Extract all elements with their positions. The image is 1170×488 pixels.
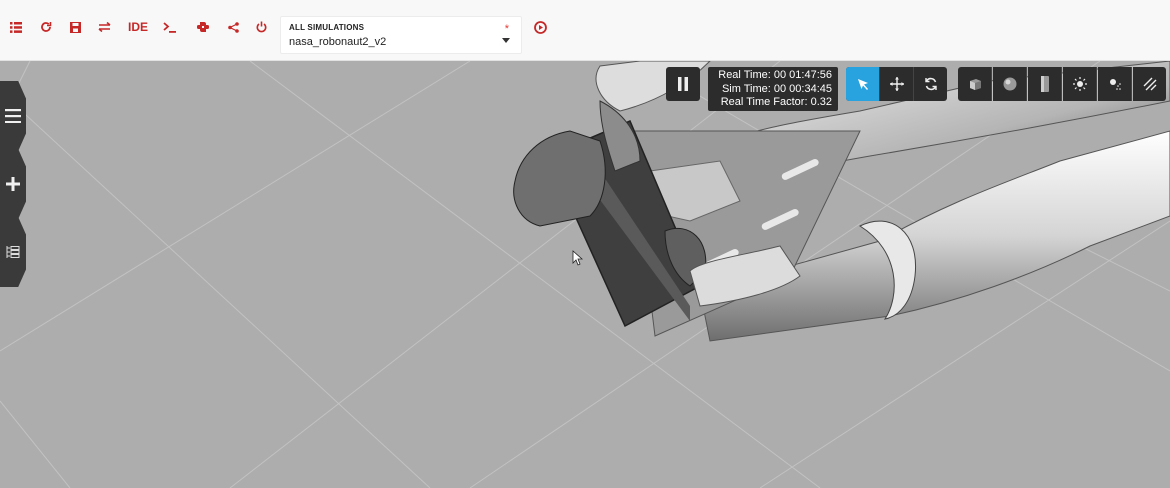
tree-icon — [6, 246, 20, 258]
required-mark: * — [504, 23, 509, 35]
play-circle-icon — [533, 20, 547, 34]
hamburger-icon — [5, 109, 21, 123]
pause-icon — [678, 77, 688, 91]
simulation-select-value: nasa_robonaut2_v2 — [289, 36, 387, 48]
insert-tools — [958, 67, 1166, 101]
pause-button[interactable] — [666, 67, 700, 101]
translate-tool[interactable] — [880, 67, 914, 101]
robot-model — [513, 61, 1170, 342]
swap-arrows-icon — [97, 22, 111, 32]
transform-tools — [846, 67, 947, 101]
main-toolbar: IDE ALL SIMULATIONS nasa_robonaut2_v2 * — [0, 0, 1170, 61]
cylinder-tool[interactable] — [1028, 67, 1062, 101]
scene-render — [0, 61, 1170, 488]
power-button[interactable] — [253, 16, 269, 38]
directional-light-icon — [1143, 77, 1156, 91]
terminal-icon — [162, 21, 176, 33]
spotlight-icon — [1109, 79, 1121, 90]
power-icon — [256, 21, 266, 33]
select-tool[interactable] — [846, 67, 880, 101]
cube-icon — [969, 79, 981, 90]
save-button[interactable] — [67, 16, 83, 38]
reset-button[interactable] — [38, 16, 54, 38]
tree-tab[interactable] — [0, 217, 26, 287]
list-icon — [10, 21, 22, 33]
3d-viewport[interactable]: Real Time: 00 01:47:56 Sim Time: 00 00:3… — [0, 61, 1170, 488]
sim-time: Sim Time: 00 00:34:45 — [721, 82, 832, 95]
simulation-select[interactable]: ALL SIMULATIONS nasa_robonaut2_v2 * — [280, 16, 522, 54]
python-icon — [197, 22, 209, 32]
directional-light-tool[interactable] — [1133, 67, 1166, 101]
python-button[interactable] — [195, 16, 211, 38]
real-time-factor: Real Time Factor: 0.32 — [720, 96, 832, 108]
cursor-arrow-icon — [857, 79, 868, 90]
sun-icon — [1072, 77, 1087, 91]
simulation-select-label: ALL SIMULATIONS — [289, 23, 365, 32]
plus-icon — [6, 177, 20, 191]
box-tool[interactable] — [958, 67, 992, 101]
terminal-button[interactable] — [161, 16, 177, 38]
share-icon — [227, 21, 239, 33]
ide-button[interactable]: IDE — [126, 16, 150, 38]
floppy-icon — [69, 21, 81, 33]
swap-button[interactable] — [96, 16, 112, 38]
move-arrows-icon — [889, 77, 904, 91]
refresh-icon — [41, 22, 52, 32]
sphere-tool[interactable] — [993, 67, 1027, 101]
cylinder-icon — [1040, 76, 1049, 92]
rotate-icon — [924, 77, 937, 91]
real-time: Real Time: 00 01:47:56 — [718, 69, 832, 81]
mouse-cursor — [572, 250, 584, 266]
time-readout: Real Time: 00 01:47:56 Sim Time: 00 00:3… — [708, 67, 838, 111]
menu-tab[interactable] — [0, 81, 26, 151]
point-light-tool[interactable] — [1063, 67, 1097, 101]
share-button[interactable] — [225, 16, 241, 38]
rotate-tool[interactable] — [914, 67, 947, 101]
caret-down-icon — [502, 38, 510, 43]
add-tab[interactable] — [0, 149, 26, 219]
menu-list-button[interactable] — [8, 16, 24, 38]
launch-simulation-button[interactable] — [532, 16, 548, 38]
sphere-icon — [1003, 77, 1016, 91]
spot-light-tool[interactable] — [1098, 67, 1132, 101]
